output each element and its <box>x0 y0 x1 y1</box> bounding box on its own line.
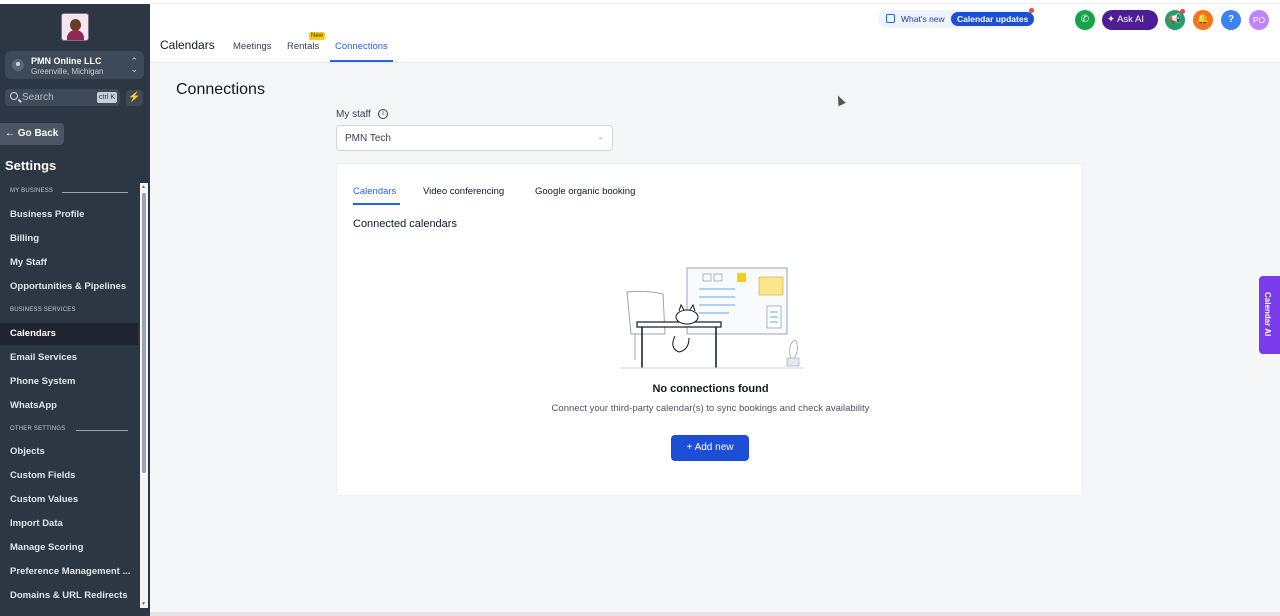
bottom-strip <box>150 612 1280 616</box>
sidebar-top-strip <box>0 0 150 4</box>
tab-video-conferencing[interactable]: Video conferencing <box>423 186 504 197</box>
search-shortcut: ctrl K <box>97 92 117 103</box>
my-staff-label: My staff <box>336 109 371 120</box>
announcement-icon <box>886 14 895 23</box>
sidebar-item-preference-management[interactable]: Preference Management ... <box>0 561 138 583</box>
sidebar-section-divider <box>62 192 128 193</box>
top-header: Calendars Meetings Rentals New Connectio… <box>150 4 1280 63</box>
sidebar-search[interactable]: Search ctrl K <box>5 89 120 106</box>
sidebar-section-label: MY BUSINESS <box>10 188 54 194</box>
scroll-up-icon[interactable]: ▲ <box>141 184 146 190</box>
whats-new-label: What's new <box>901 14 945 24</box>
tab-meetings[interactable]: Meetings <box>233 41 272 52</box>
empty-state-illustration <box>621 267 803 369</box>
add-new-button[interactable]: + Add new <box>671 435 749 461</box>
empty-state-subtitle: Connect your third-party calendar(s) to … <box>551 403 870 414</box>
page-title: Calendars <box>160 38 215 52</box>
ask-ai-label: Ask AI <box>1117 14 1145 25</box>
card-active-tab-indicator <box>353 203 400 205</box>
staff-select[interactable]: PMN Tech ⌄ <box>336 125 613 151</box>
ask-ai-button[interactable]: ✦ Ask AI <box>1102 10 1158 30</box>
sidebar-item-domains-url-redirects[interactable]: Domains & URL Redirects <box>0 585 138 607</box>
info-icon[interactable]: i <box>378 109 388 119</box>
megaphone-dot <box>1180 9 1185 14</box>
chevron-updown-icon: ⌃ ⌄ <box>130 56 138 74</box>
new-badge: New <box>309 32 326 40</box>
sidebar: PMN Online LLC Greenville, Michigan ⌃ ⌄ S… <box>0 0 150 616</box>
staff-select-value: PMN Tech <box>345 133 391 144</box>
sidebar-item-my-staff[interactable]: My Staff <box>0 252 138 274</box>
location-switcher[interactable]: PMN Online LLC Greenville, Michigan ⌃ ⌄ <box>5 51 144 79</box>
sidebar-item-import-data[interactable]: Import Data <box>0 513 138 535</box>
sidebar-item-objects[interactable]: Objects <box>0 441 138 463</box>
lightning-icon[interactable]: ⚡ <box>126 90 143 106</box>
tab-rentals[interactable]: Rentals <box>287 41 319 52</box>
go-back-label: Go Back <box>17 128 59 139</box>
notification-dot <box>1029 8 1034 13</box>
calendar-ai-tab[interactable]: Calendar AI <box>1259 276 1280 354</box>
help-icon[interactable]: ? <box>1221 10 1241 30</box>
tab-connections[interactable]: Connections <box>335 41 388 52</box>
search-icon <box>10 92 18 100</box>
sidebar-section-label: OTHER SETTINGS <box>10 426 66 432</box>
chevron-down-icon: ⌄ <box>597 132 604 141</box>
sidebar-item-email-services[interactable]: Email Services <box>0 347 138 369</box>
active-tab-indicator <box>330 60 393 62</box>
sidebar-item-business-profile[interactable]: Business Profile <box>0 204 138 226</box>
sidebar-item-billing[interactable]: Billing <box>0 228 138 250</box>
sidebar-section-divider <box>76 430 128 431</box>
sidebar-scroll-thumb[interactable] <box>142 193 146 473</box>
logo-body <box>67 30 84 40</box>
sidebar-item-custom-values[interactable]: Custom Values <box>0 489 138 511</box>
settings-title: Settings <box>5 158 57 173</box>
sidebar-item-opportunities-pipelines[interactable]: Opportunities & Pipelines <box>0 276 138 298</box>
sidebar-item-phone-system[interactable]: Phone System <box>0 371 138 393</box>
connected-calendars-heading: Connected calendars <box>353 218 457 230</box>
sidebar-section-label: BUSINESS SERVICES <box>10 307 76 313</box>
sidebar-item-whatsapp[interactable]: WhatsApp <box>0 395 138 417</box>
arrow-left-icon: ← <box>5 128 15 139</box>
sidebar-item-manage-scoring[interactable]: Manage Scoring <box>0 537 138 559</box>
mouse-cursor <box>834 93 846 107</box>
location-pin-icon <box>12 59 24 71</box>
location-name: PMN Online LLC <box>31 56 102 66</box>
connections-title: Connections <box>176 81 265 98</box>
user-avatar[interactable]: PO <box>1249 10 1269 30</box>
location-subtitle: Greenville, Michigan <box>31 67 104 76</box>
phone-icon[interactable]: ✆ <box>1075 10 1095 30</box>
empty-state-title: No connections found <box>652 383 769 395</box>
tab-google-organic-booking[interactable]: Google organic booking <box>535 186 635 197</box>
tab-calendars[interactable]: Calendars <box>353 186 396 197</box>
calendar-ai-label: Calendar AI <box>1263 292 1272 337</box>
bell-icon[interactable]: 🔔 <box>1193 10 1213 30</box>
sidebar-item-calendars[interactable]: Calendars <box>0 323 138 345</box>
sparkle-icon: ✦ <box>1107 14 1115 25</box>
calendar-updates-button[interactable]: Calendar updates <box>951 12 1035 26</box>
company-logo[interactable] <box>61 13 89 41</box>
connections-card: Calendars Video conferencing Google orga… <box>336 163 1083 496</box>
sidebar-item-custom-fields[interactable]: Custom Fields <box>0 465 138 487</box>
search-placeholder: Search <box>22 92 54 103</box>
go-back-button[interactable]: ← Go Back <box>0 123 64 145</box>
scroll-down-icon[interactable]: ▼ <box>141 601 146 607</box>
